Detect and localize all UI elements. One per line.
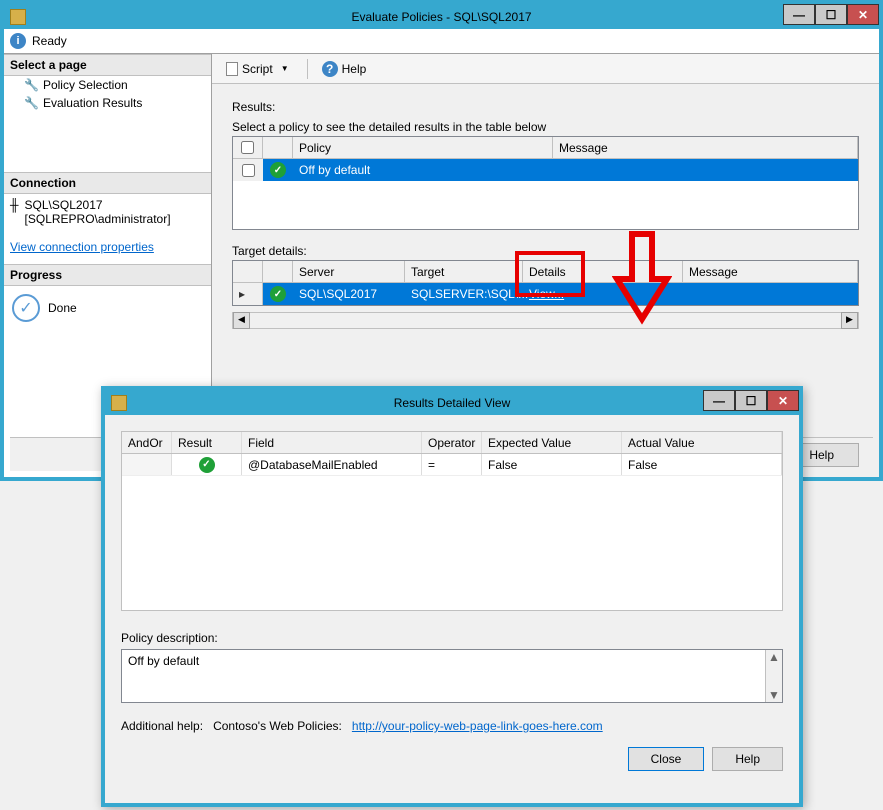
detail-grid[interactable]: AndOr Result Field Operator Expected Val… <box>121 431 783 611</box>
page-evaluation-results[interactable]: 🔧 Evaluation Results <box>4 94 211 112</box>
minimize-button[interactable]: — <box>783 4 815 25</box>
col-details[interactable]: Details <box>523 261 683 282</box>
success-icon: ✓ <box>270 162 286 178</box>
window-title: Results Detailed View <box>105 396 799 410</box>
grid-header: Server Target Details Message <box>233 261 858 283</box>
expected-cell: False <box>482 454 622 475</box>
additional-help-name: Contoso's Web Policies: <box>213 719 342 733</box>
results-hint: Select a policy to see the detailed resu… <box>232 120 859 134</box>
info-icon: i <box>10 33 26 49</box>
target-cell: SQLSERVER:\SQL\... <box>405 283 523 305</box>
page-policy-selection[interactable]: 🔧 Policy Selection <box>4 76 211 94</box>
col-expected[interactable]: Expected Value <box>482 432 622 453</box>
wrench-icon: 🔧 <box>24 78 39 92</box>
grid-header: AndOr Result Field Operator Expected Val… <box>122 432 782 454</box>
connection-user: [SQLREPRO\administrator] <box>25 212 171 226</box>
col-andor[interactable]: AndOr <box>122 432 172 453</box>
message-cell <box>683 283 858 305</box>
help-button[interactable]: ? Help <box>316 59 373 79</box>
policy-name-cell: Off by default <box>293 159 553 181</box>
scroll-right-icon[interactable]: ▶ <box>841 312 858 329</box>
close-button[interactable]: ✕ <box>847 4 879 25</box>
andor-cell <box>122 454 172 475</box>
status-bar: i Ready <box>4 29 879 54</box>
minimize-button[interactable]: — <box>703 390 735 411</box>
script-label: Script <box>242 62 273 76</box>
field-cell: @DatabaseMailEnabled <box>242 454 422 475</box>
help-icon: ? <box>322 61 338 77</box>
help-label: Help <box>342 62 367 76</box>
close-button[interactable]: Close <box>628 747 705 771</box>
toolbar: Script ▼ ? Help <box>212 54 879 84</box>
connection-header: Connection <box>4 172 211 194</box>
view-details-link[interactable]: View... <box>529 287 564 301</box>
separator <box>307 59 308 79</box>
operator-cell: = <box>422 454 482 475</box>
policy-description-label: Policy description: <box>121 631 783 645</box>
progress-check-icon: ✓ <box>12 294 40 322</box>
success-icon: ✓ <box>199 457 215 473</box>
server-cell: SQL\SQL2017 <box>293 283 405 305</box>
select-all-checkbox[interactable] <box>241 141 254 154</box>
additional-help-line: Additional help: Contoso's Web Policies:… <box>121 719 783 733</box>
target-row[interactable]: ▸ ✓ SQL\SQL2017 SQLSERVER:\SQL\... View.… <box>233 283 858 305</box>
page-item-label: Evaluation Results <box>43 96 142 110</box>
connection-server: SQL\SQL2017 <box>25 198 171 212</box>
scroll-down-icon[interactable]: ▼ <box>768 688 780 702</box>
row-indicator-icon: ▸ <box>239 287 245 301</box>
col-target[interactable]: Target <box>405 261 523 282</box>
detail-buttons: Close Help <box>121 747 783 771</box>
select-page-header: Select a page <box>4 54 211 76</box>
close-button[interactable]: ✕ <box>767 390 799 411</box>
maximize-button[interactable]: ☐ <box>815 4 847 25</box>
grid-header: Policy Message <box>233 137 858 159</box>
results-detailed-view-window: Results Detailed View — ☐ ✕ AndOr Result… <box>101 386 803 807</box>
col-actual[interactable]: Actual Value <box>622 432 782 453</box>
scroll-up-icon[interactable]: ▲ <box>768 650 780 664</box>
detail-row[interactable]: ✓ @DatabaseMailEnabled = False False <box>122 454 782 476</box>
additional-help-link[interactable]: http://your-policy-web-page-link-goes-he… <box>352 719 603 733</box>
actual-cell: False <box>622 454 782 475</box>
success-icon: ✓ <box>270 286 286 302</box>
horizontal-scrollbar[interactable]: ◀ ▶ <box>232 312 859 329</box>
policy-row[interactable]: ✓ Off by default <box>233 159 858 181</box>
policy-description-text: Off by default <box>128 654 199 668</box>
titlebar[interactable]: Results Detailed View — ☐ ✕ <box>105 390 799 415</box>
policy-description-box[interactable]: Off by default ▲ ▼ <box>121 649 783 703</box>
vertical-scrollbar[interactable]: ▲ ▼ <box>765 650 782 702</box>
col-field[interactable]: Field <box>242 432 422 453</box>
help-button[interactable]: Help <box>712 747 783 771</box>
message-cell <box>553 159 858 181</box>
status-text: Ready <box>32 34 67 48</box>
detail-body: AndOr Result Field Operator Expected Val… <box>105 415 799 787</box>
additional-help-label: Additional help: <box>121 719 203 733</box>
window-title: Evaluate Policies - SQL\SQL2017 <box>4 10 879 24</box>
script-button[interactable]: Script ▼ <box>220 60 299 78</box>
progress-header: Progress <box>4 264 211 286</box>
col-operator[interactable]: Operator <box>422 432 482 453</box>
col-server[interactable]: Server <box>293 261 405 282</box>
progress-text: Done <box>48 301 77 315</box>
connection-info: ╫ SQL\SQL2017 [SQLREPRO\administrator] <box>4 194 211 230</box>
col-result[interactable]: Result <box>172 432 242 453</box>
dropdown-icon[interactable]: ▼ <box>277 64 293 73</box>
target-details-label: Target details: <box>232 244 859 258</box>
results-label: Results: <box>232 100 859 114</box>
results-grid[interactable]: Policy Message ✓ Off by default <box>232 136 859 230</box>
script-icon <box>226 62 238 76</box>
server-icon: ╫ <box>10 198 19 212</box>
titlebar[interactable]: Evaluate Policies - SQL\SQL2017 — ☐ ✕ <box>4 4 879 29</box>
wrench-icon: 🔧 <box>24 96 39 110</box>
progress-status: ✓ Done <box>4 286 211 330</box>
scroll-left-icon[interactable]: ◀ <box>233 312 250 329</box>
target-details-grid[interactable]: Server Target Details Message ▸ ✓ SQL\SQ… <box>232 260 859 306</box>
col-message[interactable]: Message <box>553 137 858 158</box>
col-message[interactable]: Message <box>683 261 858 282</box>
row-checkbox[interactable] <box>242 164 255 177</box>
maximize-button[interactable]: ☐ <box>735 390 767 411</box>
col-policy[interactable]: Policy <box>293 137 553 158</box>
page-item-label: Policy Selection <box>43 78 128 92</box>
view-connection-properties-link[interactable]: View connection properties <box>10 240 205 254</box>
